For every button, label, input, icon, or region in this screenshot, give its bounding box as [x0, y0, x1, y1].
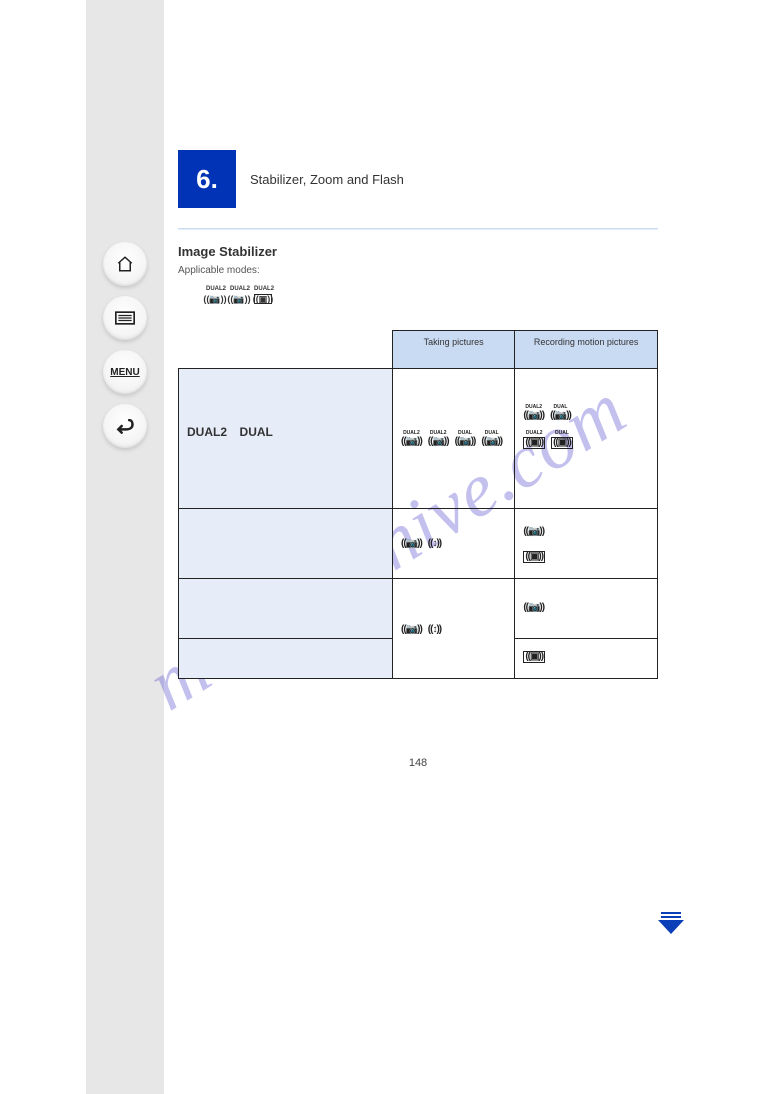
motion-cell: ((▣)) — [515, 639, 658, 679]
table-row: ((📷)) ((↕)) ((📷)) ((▣)) — [179, 509, 658, 579]
menu-label: MENU — [110, 367, 139, 378]
body-icon: ((📷)) — [523, 603, 544, 613]
chapter-number: 6. — [178, 150, 236, 208]
table-row: DUAL2 DUAL DUAL2((📷)) DUAL2((📷)) DUAL((📷… — [179, 369, 658, 509]
dual2-icon: DUAL2((▣)) — [254, 286, 274, 304]
pictures-cell: DUAL2((📷)) DUAL2((📷)) DUAL((📷)) DUAL((📷)… — [393, 369, 515, 509]
nav-rail: MENU — [86, 0, 164, 1094]
body-pan-icon: ((↕)) — [428, 625, 441, 635]
body-icon: ((📷)) — [401, 625, 422, 635]
contents-button[interactable] — [103, 296, 147, 340]
pictures-cell: ((📷)) ((↕)) — [393, 509, 515, 579]
dual2-frame-icon: DUAL2((▣)) — [523, 431, 545, 449]
page-content: 6. Stabilizer, Zoom and Flash Image Stab… — [178, 150, 658, 679]
chapter-header: 6. Stabilizer, Zoom and Flash — [178, 150, 658, 208]
setting-cell: DUAL2 DUAL — [179, 369, 393, 509]
dual-label: DUAL — [240, 425, 273, 439]
next-arrow-icon — [658, 912, 684, 934]
ois-icon: ((📷)) — [401, 539, 422, 549]
col-pictures: Taking pictures — [393, 331, 515, 369]
back-icon — [115, 418, 135, 434]
body-frame-icon: ((▣)) — [523, 651, 545, 663]
section-title: Image Stabilizer — [178, 244, 658, 259]
setting-cell — [179, 509, 393, 579]
dual2-icon: DUAL2((📷)) — [206, 286, 226, 304]
menu-button[interactable]: MENU — [103, 350, 147, 394]
pictures-cell: ((📷)) ((↕)) — [393, 579, 515, 679]
dual-icon: DUAL((📷)) — [550, 405, 571, 421]
dual-icons-inline: DUAL2((📷)) DUAL2((📷)) DUAL2((▣)) — [206, 286, 658, 304]
ois-pan-icon: ((↕)) — [428, 539, 441, 549]
applicable-modes: Applicable modes: — [178, 265, 658, 276]
page-number: 148 — [409, 757, 427, 769]
dual2-icon: DUAL2((📷)) — [523, 405, 544, 421]
chapter-title: Stabilizer, Zoom and Flash — [250, 172, 404, 187]
ois-frame-icon: ((▣)) — [523, 551, 545, 563]
dual2-icon: DUAL2((📷)) — [428, 431, 449, 447]
dual2-icon: DUAL2((📷)) — [230, 286, 250, 304]
dual-icon: DUAL((📷)) — [481, 431, 502, 447]
ois-icon: ((📷)) — [523, 527, 544, 537]
stabilizer-modes-table: Taking pictures Recording motion picture… — [178, 330, 658, 679]
setting-cell — [179, 639, 393, 679]
motion-cell: ((📷)) ((▣)) — [515, 509, 658, 579]
table-corner — [179, 331, 393, 369]
col-motion: Recording motion pictures — [515, 331, 658, 369]
motion-cell: DUAL2((📷)) DUAL((📷)) DUAL2((▣)) DUAL((▣)… — [515, 369, 658, 509]
dual2-label: DUAL2 — [187, 425, 227, 439]
motion-cell: ((📷)) — [515, 579, 658, 639]
list-icon — [115, 311, 135, 325]
table-row: ((📷)) ((↕)) ((📷)) — [179, 579, 658, 639]
dual-frame-icon: DUAL((▣)) — [551, 431, 573, 449]
home-icon — [116, 255, 134, 273]
dual2-icon: DUAL2((📷)) — [401, 431, 422, 447]
home-button[interactable] — [103, 242, 147, 286]
setting-cell — [179, 579, 393, 639]
dual-icon: DUAL((📷)) — [455, 431, 476, 447]
divider — [178, 228, 658, 230]
back-button[interactable] — [103, 404, 147, 448]
